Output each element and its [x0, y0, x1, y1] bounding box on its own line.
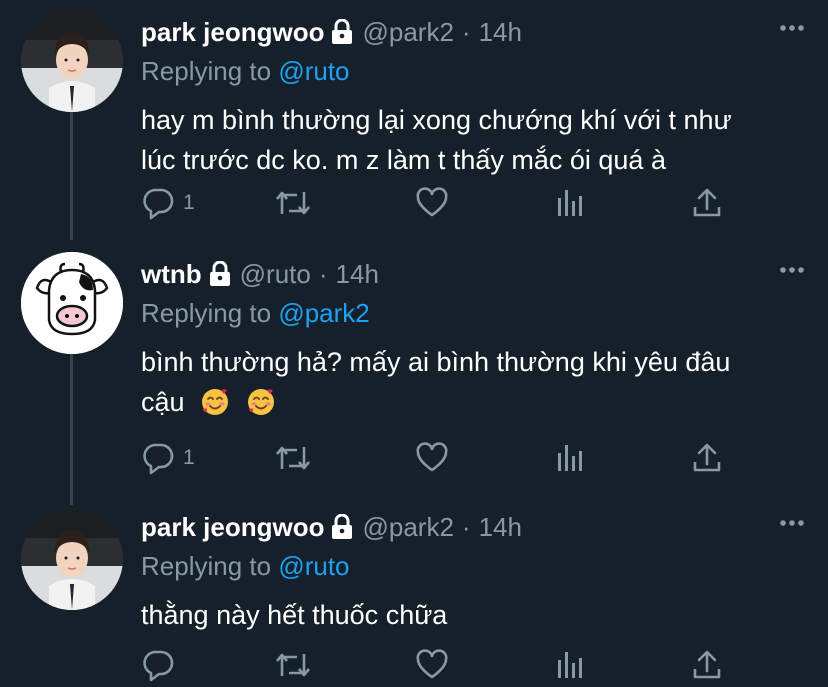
more-icon[interactable] [776, 18, 808, 38]
reply-count: 1 [183, 446, 195, 469]
analytics-icon [555, 648, 585, 682]
tweet[interactable]: park jeongwoo @park2 · 14h Replying to @… [0, 505, 828, 687]
like-button[interactable] [415, 185, 449, 221]
avatar-cow-drawing [21, 252, 123, 354]
replying-to-label: Replying to [141, 551, 272, 581]
tweet-text-line: hay m bình thường lại xong chướng khí vớ… [141, 105, 732, 135]
share-button[interactable] [692, 440, 722, 476]
mention-link[interactable]: @park2 [278, 298, 369, 328]
display-name[interactable]: park jeongwoo [141, 17, 324, 48]
like-icon [415, 186, 449, 220]
smiling-hearts-emoji [246, 387, 276, 417]
share-button[interactable] [692, 185, 722, 221]
smiling-hearts-emoji [200, 387, 230, 417]
replying-to: Replying to @ruto [141, 547, 808, 585]
replying-to: Replying to @ruto [141, 52, 808, 90]
more-icon[interactable] [776, 513, 808, 533]
more-icon[interactable] [776, 260, 808, 280]
lock-icon [330, 19, 354, 45]
retweet-button[interactable] [274, 185, 312, 221]
retweet-button[interactable] [274, 647, 312, 683]
avatar-photo [21, 10, 123, 112]
reply-button[interactable]: 1 [141, 440, 195, 476]
retweet-button[interactable] [274, 440, 312, 476]
avatar[interactable] [21, 10, 123, 112]
replying-to-label: Replying to [141, 56, 272, 86]
tweet-actions: 1 [141, 185, 721, 221]
separator-dot: · [318, 258, 328, 289]
like-icon [415, 648, 449, 682]
display-name[interactable]: park jeongwoo [141, 512, 324, 543]
avatar-photo [21, 508, 123, 610]
reply-button[interactable]: 1 [141, 185, 195, 221]
tweet-text-line: thằng này hết thuốc chữa [141, 600, 448, 630]
handle[interactable]: @park2 [362, 17, 453, 48]
handle[interactable]: @park2 [362, 512, 453, 543]
like-button[interactable] [415, 440, 449, 476]
mention-link[interactable]: @ruto [278, 551, 349, 581]
reply-button[interactable] [141, 647, 183, 683]
tweet[interactable]: park jeongwoo @park2 · 14h Replying to @… [0, 0, 828, 240]
handle[interactable]: @ruto [240, 259, 311, 290]
timestamp[interactable]: 14h [479, 17, 522, 48]
analytics-button[interactable] [555, 185, 585, 221]
avatar[interactable] [21, 508, 123, 610]
timestamp[interactable]: 14h [479, 512, 522, 543]
separator-dot: · [461, 511, 471, 542]
like-icon [415, 441, 449, 475]
display-name[interactable]: wtnb [141, 259, 202, 290]
retweet-icon [274, 186, 312, 220]
replying-to: Replying to @park2 [141, 294, 808, 332]
retweet-icon [274, 441, 312, 475]
tweet-text: thằng này hết thuốc chữa [141, 595, 808, 635]
lock-icon [208, 261, 232, 287]
tweet-text: hay m bình thường lại xong chướng khí vớ… [141, 100, 808, 180]
analytics-button[interactable] [555, 440, 585, 476]
separator-dot: · [461, 16, 471, 47]
mention-link[interactable]: @ruto [278, 56, 349, 86]
reply-icon [141, 648, 175, 682]
tweet-actions [141, 647, 721, 683]
replying-to-label: Replying to [141, 298, 272, 328]
share-icon [692, 441, 722, 475]
like-button[interactable] [415, 647, 449, 683]
lock-icon [330, 514, 354, 540]
timestamp[interactable]: 14h [336, 259, 379, 290]
tweet[interactable]: wtnb @ruto · 14h Replying to @park2 bình… [0, 240, 828, 505]
avatar[interactable] [21, 252, 123, 354]
tweet-actions: 1 [141, 440, 721, 476]
share-button[interactable] [692, 647, 722, 683]
tweet-text-line: bình thường hả? mấy ai bình thường khi y… [141, 347, 731, 377]
share-icon [692, 186, 722, 220]
tweet-text-line-emoji: cậu [141, 382, 808, 422]
reply-icon [141, 441, 175, 475]
analytics-icon [555, 186, 585, 220]
analytics-button[interactable] [555, 647, 585, 683]
retweet-icon [274, 648, 312, 682]
tweet-text-line: cậu [141, 387, 185, 417]
analytics-icon [555, 441, 585, 475]
reply-count: 1 [183, 191, 195, 214]
share-icon [692, 648, 722, 682]
tweet-text-line: lúc trước dc ko. m z làm t thấy mắc ói q… [141, 145, 666, 175]
tweet-text: bình thường hả? mấy ai bình thường khi y… [141, 342, 808, 422]
reply-icon [141, 186, 175, 220]
